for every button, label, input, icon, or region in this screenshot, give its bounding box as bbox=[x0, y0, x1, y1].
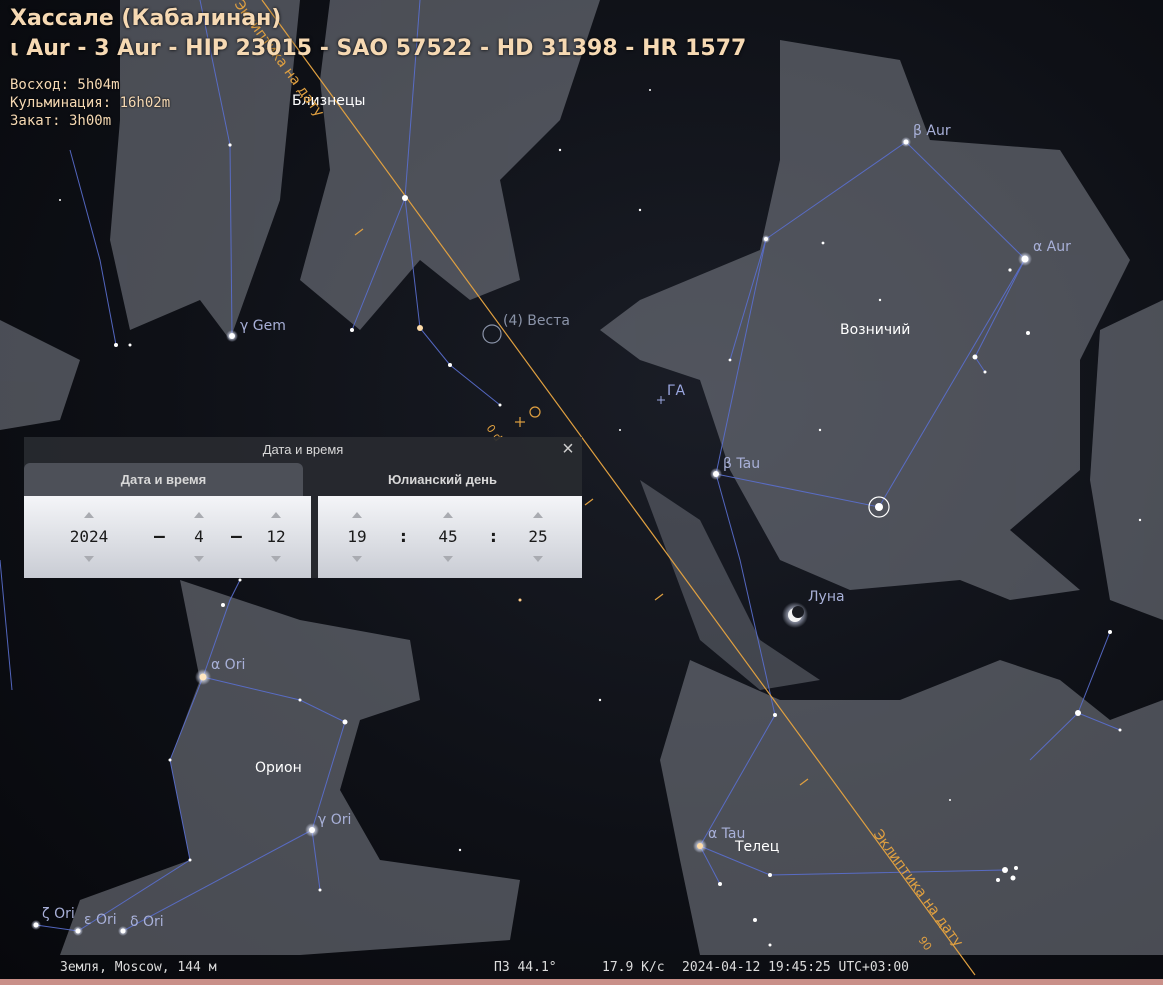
minute-up-arrow-icon[interactable] bbox=[443, 512, 453, 518]
day-spinbox[interactable]: 12 bbox=[261, 496, 291, 578]
second-up-arrow-icon[interactable] bbox=[533, 512, 543, 518]
location-text[interactable]: Земля, Moscow, 144 м bbox=[60, 960, 217, 975]
label-beta-aur: β Aur bbox=[913, 123, 951, 139]
year-down-arrow-icon[interactable] bbox=[84, 556, 94, 562]
object-designations: ι Aur - 3 Aur - HIP 23015 - SAO 57522 - … bbox=[10, 36, 747, 61]
minute-value[interactable]: 45 bbox=[433, 526, 463, 548]
time-separator: : bbox=[398, 526, 409, 547]
set-time: Закат: 3h00m bbox=[10, 113, 112, 129]
time-separator: : bbox=[488, 526, 499, 547]
fps-text: 17.9 К/с bbox=[602, 960, 665, 975]
day-up-arrow-icon[interactable] bbox=[271, 512, 281, 518]
label-epsilon-ori: ε Ori bbox=[84, 912, 117, 928]
label-vesta: (4) Веста bbox=[503, 313, 570, 329]
label-alpha-aur: α Aur bbox=[1033, 239, 1071, 255]
second-value[interactable]: 25 bbox=[523, 526, 553, 548]
dialog-tabs: Дата и время Юлианский день bbox=[24, 463, 582, 496]
month-spinbox[interactable]: 4 bbox=[184, 496, 214, 578]
minute-spinbox[interactable]: 45 bbox=[433, 496, 463, 578]
rise-time: Восход: 5h04m bbox=[10, 77, 120, 93]
year-value[interactable]: 2024 bbox=[59, 526, 119, 548]
vesta-marker[interactable] bbox=[482, 324, 502, 344]
date-separator: – bbox=[231, 526, 242, 547]
galactic-anticenter-marker bbox=[657, 396, 665, 404]
date-separator: – bbox=[154, 526, 165, 547]
hour-up-arrow-icon[interactable] bbox=[352, 512, 362, 518]
month-up-arrow-icon[interactable] bbox=[194, 512, 204, 518]
label-alpha-tau: α Tau bbox=[708, 826, 745, 842]
label-zeta-ori: ζ Ori bbox=[42, 906, 75, 922]
tab-julian-day[interactable]: Юлианский день bbox=[303, 463, 582, 496]
close-icon[interactable]: × bbox=[558, 439, 578, 459]
date-panel: 2024 – 4 – 12 bbox=[24, 496, 311, 578]
label-beta-tau: β Tau bbox=[723, 456, 760, 472]
bottom-strip bbox=[0, 979, 1163, 985]
object-title: Хассале (Кабалинан) bbox=[10, 6, 282, 31]
date-time-dialog[interactable]: Дата и время × Дата и время Юлианский де… bbox=[24, 437, 582, 578]
datetime-text[interactable]: 2024-04-12 19:45:25 UTC+03:00 bbox=[682, 960, 909, 975]
dialog-title-bar[interactable]: Дата и время × bbox=[24, 437, 582, 463]
minute-down-arrow-icon[interactable] bbox=[443, 556, 453, 562]
year-up-arrow-icon[interactable] bbox=[84, 512, 94, 518]
label-alpha-ori: α Ori bbox=[211, 657, 245, 673]
hour-spinbox[interactable]: 19 bbox=[342, 496, 372, 578]
second-down-arrow-icon[interactable] bbox=[533, 556, 543, 562]
year-spinbox[interactable]: 2024 bbox=[59, 496, 119, 578]
label-gamma-gem: γ Gem bbox=[240, 318, 286, 334]
hour-value[interactable]: 19 bbox=[342, 526, 372, 548]
label-orion: Орион bbox=[255, 760, 302, 776]
time-panel: 19 : 45 : 25 bbox=[318, 496, 582, 578]
status-bar: Земля, Moscow, 144 м ПЗ 44.1° 17.9 К/с 2… bbox=[0, 956, 1163, 979]
label-delta-ori: δ Ori bbox=[130, 914, 164, 930]
label-gamma-ori: γ Ori bbox=[318, 812, 351, 828]
transit-time: Кульминация: 16h02m bbox=[10, 95, 171, 111]
label-moon: Луна bbox=[808, 589, 845, 605]
second-spinbox[interactable]: 25 bbox=[523, 496, 553, 578]
sun-marker bbox=[515, 406, 541, 427]
month-down-arrow-icon[interactable] bbox=[194, 556, 204, 562]
dialog-title: Дата и время bbox=[262, 442, 344, 457]
hour-down-arrow-icon[interactable] bbox=[352, 556, 362, 562]
label-auriga: Возничий bbox=[840, 322, 910, 338]
day-value[interactable]: 12 bbox=[261, 526, 291, 548]
moon-icon[interactable] bbox=[782, 602, 808, 628]
fov-text: ПЗ 44.1° bbox=[494, 960, 557, 975]
tab-date-time[interactable]: Дата и время bbox=[24, 463, 303, 496]
month-value[interactable]: 4 bbox=[184, 526, 214, 548]
object-info-lines: Восход: 5h04m Кульминация: 16h02m Закат:… bbox=[10, 76, 170, 130]
day-down-arrow-icon[interactable] bbox=[271, 556, 281, 562]
label-ga: ГА bbox=[667, 383, 686, 399]
